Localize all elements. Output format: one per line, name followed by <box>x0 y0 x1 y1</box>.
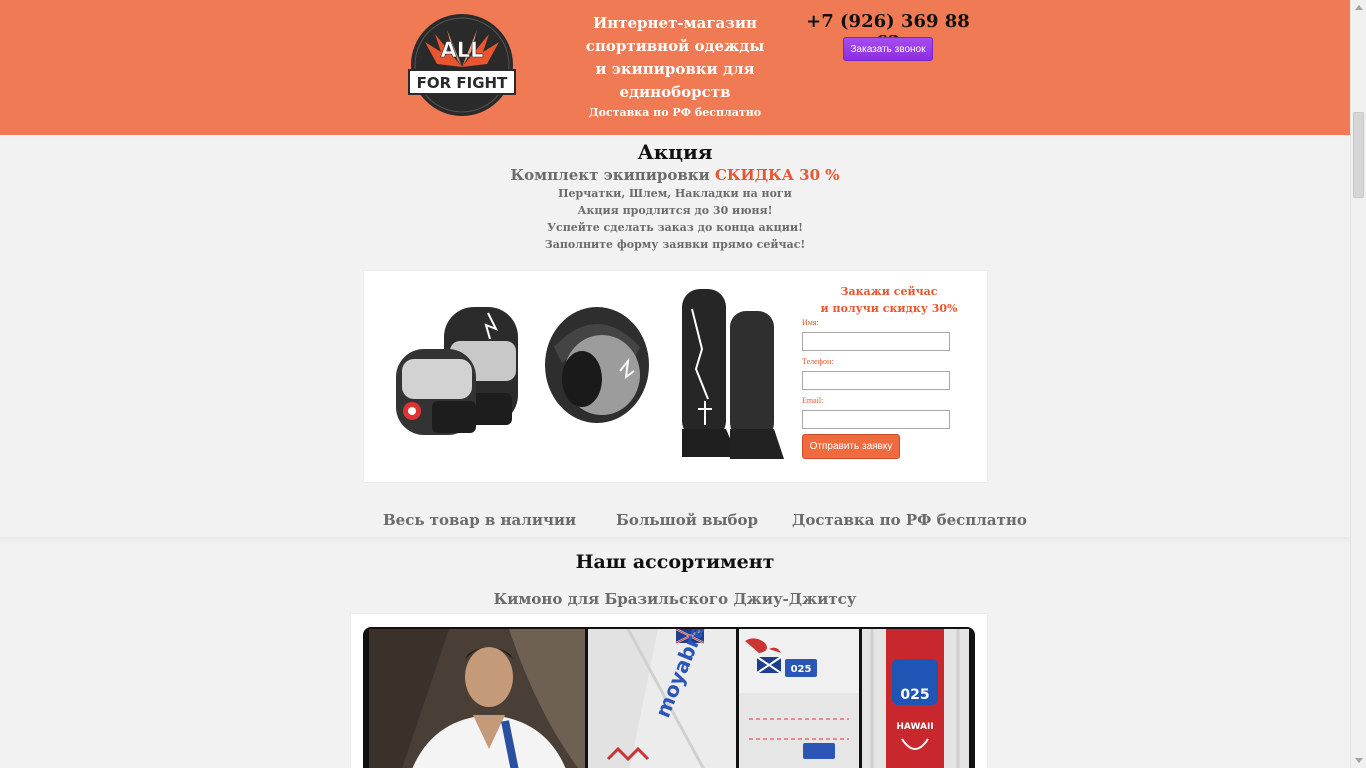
phone-label: Телефон: <box>802 357 834 366</box>
name-label: Имя: <box>802 318 819 327</box>
discount-highlight: СКИДКА 30 % <box>714 166 840 184</box>
patch-text: HAWAII <box>896 722 933 732</box>
number-print: 025 <box>791 664 812 675</box>
shin-guards-image <box>682 289 784 459</box>
kimono-photo-lapel: moyabrand <box>588 629 736 768</box>
promo-line: Акция продлится до 30 июня! <box>577 204 773 217</box>
kimono-photo-person <box>369 629 585 768</box>
promo-line: Перчатки, Шлем, Накладки на ноги <box>558 187 792 200</box>
assortment-title: Наш ассортимент <box>575 551 775 573</box>
form-title-line: Закажи сейчас <box>840 285 938 298</box>
store-tagline: Интернет-магазин спортивной одежды и эки… <box>580 12 770 121</box>
name-field[interactable] <box>802 332 950 351</box>
feature-in-stock: Весь товар в наличии <box>383 511 577 529</box>
email-label: Email: <box>802 396 824 405</box>
boxing-gloves-image <box>396 307 518 435</box>
phone-field[interactable] <box>802 371 950 390</box>
kimono-photo-patch: 025 HAWAII <box>862 629 969 768</box>
feature-free-delivery: Доставка по РФ бесплатно <box>792 511 1027 529</box>
section-divider <box>0 537 1350 545</box>
email-field[interactable] <box>802 410 950 429</box>
submit-order-button[interactable]: Отправить заявку <box>802 434 900 459</box>
promo-section: Акция Комплект экипировки СКИДКА 30 % Пе… <box>0 135 1350 253</box>
logo-text-bottom: FOR FIGHT <box>417 74 508 92</box>
logo-text-top: ALL <box>440 38 483 62</box>
callback-button[interactable]: Заказать звонок <box>843 37 933 61</box>
offer-panel: Закажи сейчас и получи скидку 30% Имя: Т… <box>363 270 988 483</box>
patch-number: 025 <box>900 687 929 703</box>
category-title[interactable]: Кимоно для Бразильского Джиу-Джитсу <box>0 590 1350 608</box>
site-header: ALL FOR FIGHT Интернет-магазин спортивно… <box>0 0 1350 135</box>
delivery-note: Доставка по РФ бесплатно <box>588 106 762 119</box>
tagline-text: Интернет-магазин спортивной одежды и эки… <box>585 14 765 101</box>
form-title-line: и получи скидку 30% <box>820 302 958 315</box>
promo-title: Акция <box>637 140 713 164</box>
promo-line: Заполните форму заявки прямо сейчас! <box>544 238 806 251</box>
promo-subtitle-text: Комплект экипировки <box>510 166 710 184</box>
kimono-gallery[interactable]: moyabrand 025 025 HAWAII <box>363 627 975 768</box>
helmet-image <box>545 307 649 423</box>
scroll-up-icon[interactable] <box>1355 5 1363 10</box>
promo-subtitle: Комплект экипировки СКИДКА 30 % <box>0 165 1350 185</box>
feature-big-choice: Большой выбор <box>616 511 759 529</box>
scroll-down-icon[interactable] <box>1355 758 1363 763</box>
logo[interactable]: ALL FOR FIGHT <box>407 12 517 118</box>
order-form-title: Закажи сейчас и получи скидку 30% <box>804 283 974 317</box>
promo-line: Успейте сделать заказ до конца акции! <box>547 221 803 234</box>
page-scrollbar[interactable] <box>1350 0 1366 768</box>
kimono-photo-folded: 025 <box>739 629 859 768</box>
scrollbar-thumb[interactable] <box>1353 112 1364 198</box>
